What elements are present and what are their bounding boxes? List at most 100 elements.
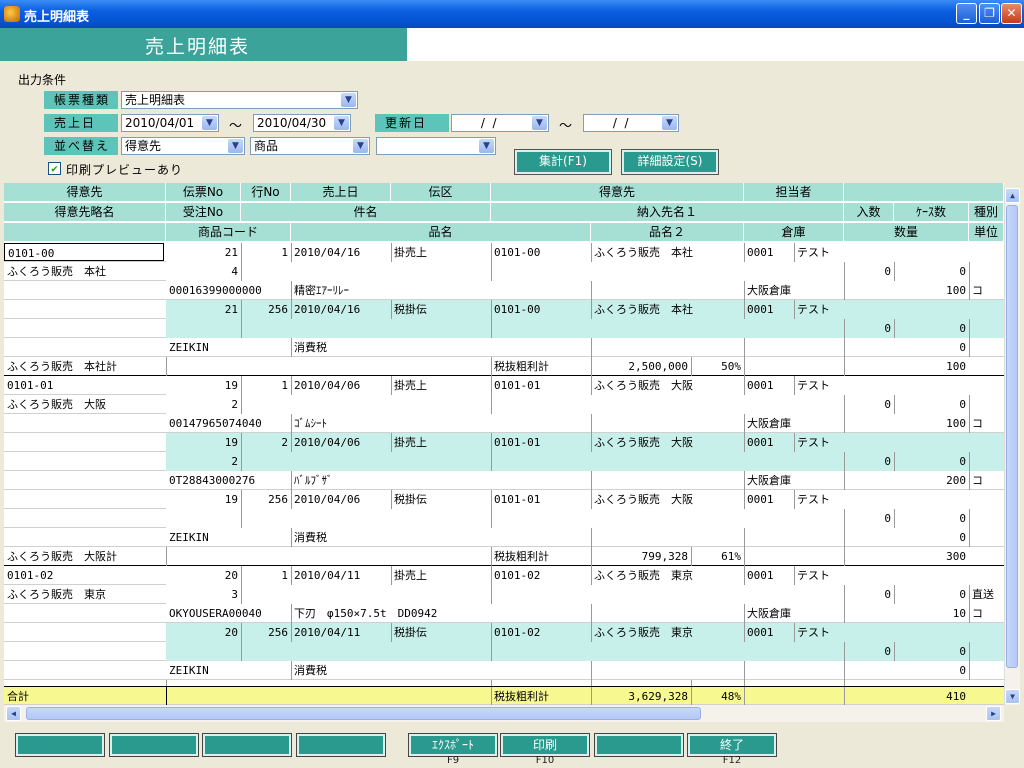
table-row[interactable]: ふくろう販売 大阪 2 0 0 — [4, 395, 1004, 414]
detail-settings-button[interactable]: 詳細設定(S) — [621, 149, 719, 175]
staff-code: 0001 — [747, 626, 774, 639]
table-row[interactable]: 00 — [4, 509, 1004, 528]
close-button[interactable]: ✕ — [1001, 3, 1022, 24]
table-row[interactable]: OKYOUSERA00040 下刃 φ150×7.5t DD0942 大阪倉庫 10 コ — [4, 604, 1004, 623]
table-row[interactable]: 00 — [4, 642, 1004, 661]
subtotal-label: ふくろう販売 本社計 — [7, 360, 117, 373]
sales-date-to-field[interactable]: 2010/04/30 ▼ — [253, 114, 351, 132]
column-header[interactable]: 品名 — [291, 223, 591, 242]
column-header[interactable]: 伝票No — [166, 183, 241, 202]
total-row[interactable]: 合計 税抜粗利計 3,629,328 48% 410 — [4, 686, 1004, 705]
function-key-button[interactable] — [202, 733, 292, 757]
case-count: 0 — [959, 512, 966, 525]
item-code: ZEIKIN — [169, 531, 209, 544]
sort3-select[interactable]: ▼ — [376, 137, 496, 155]
staff-name: テスト — [797, 303, 830, 316]
aggregate-button[interactable]: 集計(F1) — [514, 149, 612, 175]
horizontal-scrollbar[interactable]: ◀ ▶ — [4, 705, 1004, 722]
column-header[interactable] — [844, 183, 1004, 202]
column-header[interactable]: 商品コード — [166, 223, 291, 242]
table-row[interactable]: 2 0 0 — [4, 452, 1004, 471]
function-key-button[interactable] — [109, 733, 199, 757]
table-row[interactable]: 19 256 2010/04/06 税掛伝 0101-01 ふくろう販売 大阪 0001 テス… — [4, 490, 1004, 509]
window-title: 売上明細表 — [24, 10, 90, 25]
column-header[interactable]: 件名 — [241, 203, 491, 222]
function-key-button[interactable]: ｴｸｽﾎﾟｰﾄ — [408, 733, 498, 757]
function-key-label: F12 — [722, 755, 742, 766]
column-header[interactable]: 行No — [241, 183, 291, 202]
table-row[interactable]: ふくろう販売 本社 4 0 0 — [4, 262, 1004, 281]
column-header[interactable]: 担当者 — [744, 183, 844, 202]
window-titlebar[interactable]: 売上明細表 _ ❐ ✕ — [0, 0, 1024, 28]
calendar-dropdown-icon[interactable]: ▼ — [334, 116, 349, 130]
cell-divider — [491, 687, 492, 705]
subtotal-row[interactable]: ふくろう販売 本社計 税抜粗利計 2,500,000 50% 100 — [4, 357, 1004, 376]
table-row[interactable]: 00016399000000 精密ｴｱｰﾘﾚｰ 大阪倉庫 100 コ — [4, 281, 1004, 300]
column-header[interactable]: 種別 — [969, 203, 1004, 222]
scroll-right-icon[interactable]: ▶ — [986, 706, 1001, 721]
table-row[interactable]: 00147965074040 ｺﾞﾑｼｰﾄ 大阪倉庫 100 コ — [4, 414, 1004, 433]
subtotal-tag: 税抜粗利計 — [494, 360, 549, 373]
subtotal-row[interactable]: ふくろう販売 大阪計 税抜粗利計 799,328 61% 300 — [4, 547, 1004, 566]
column-header[interactable]: 品名２ — [591, 223, 744, 242]
function-key-button[interactable] — [15, 733, 105, 757]
column-header[interactable]: 売上日 — [291, 183, 391, 202]
preview-checkbox[interactable]: ✔ — [48, 162, 61, 175]
horizontal-scroll-thumb[interactable] — [26, 707, 701, 720]
report-type-select[interactable]: 売上明細表 ▼ — [121, 91, 358, 109]
function-key-button[interactable]: 印刷 — [500, 733, 590, 757]
column-header[interactable]: 得意先略名 — [4, 203, 166, 222]
scroll-left-icon[interactable]: ◀ — [6, 706, 21, 721]
update-date-from-field[interactable]: / / ▼ — [451, 114, 549, 132]
update-date-to-field[interactable]: / / ▼ — [583, 114, 679, 132]
customer-short-name: ふくろう販売 本社 — [7, 265, 106, 278]
vertical-scroll-thumb[interactable] — [1006, 205, 1018, 668]
calendar-dropdown-icon[interactable]: ▼ — [202, 116, 217, 130]
table-row[interactable]: 0101-00 21 1 2010/04/16 掛売上 0101-00 ふくろう販売 本社 0… — [4, 243, 1004, 262]
table-row[interactable]: 19 2 2010/04/06 掛売上 0101-01 ふくろう販売 大阪 0001 テスト — [4, 433, 1004, 452]
sales-date-from-field[interactable]: 2010/04/01 ▼ — [121, 114, 219, 132]
calendar-dropdown-icon[interactable]: ▼ — [662, 116, 677, 130]
table-row[interactable]: ZEIKIN 消費税 0 — [4, 528, 1004, 547]
minimize-button[interactable]: _ — [956, 3, 977, 24]
table-row[interactable]: ZEIKIN 消費税 0 — [4, 661, 1004, 680]
table-row[interactable]: 0T28843000276 ﾊﾞﾙﾌﾞｻﾞ 大阪倉庫 200 コ — [4, 471, 1004, 490]
column-header[interactable]: 数量 — [844, 223, 969, 242]
column-header[interactable]: 伝区 — [391, 183, 491, 202]
chevron-down-icon[interactable]: ▼ — [228, 139, 243, 153]
table-row[interactable]: 0101-02 20 1 2010/04/11 掛売上 0101-02 ふくろう販売 東京 0… — [4, 566, 1004, 585]
column-header[interactable]: 得意先 — [491, 183, 744, 202]
subtotal-quantity: 300 — [946, 550, 966, 563]
table-row[interactable]: 00 — [4, 319, 1004, 338]
sort1-select[interactable]: 得意先 ▼ — [121, 137, 245, 155]
chevron-down-icon[interactable]: ▼ — [341, 93, 356, 107]
function-key-button[interactable] — [296, 733, 386, 757]
table-row[interactable]: 0101-01 19 1 2010/04/06 掛売上 0101-01 ふくろう販売 大阪 0… — [4, 376, 1004, 395]
table-row[interactable]: 21 256 2010/04/16 税掛伝 0101-00 ふくろう販売 本社 0001 テス… — [4, 300, 1004, 319]
scroll-up-icon[interactable]: ▲ — [1005, 188, 1020, 203]
chevron-down-icon[interactable]: ▼ — [479, 139, 494, 153]
cell-divider — [491, 319, 492, 338]
scroll-down-icon[interactable]: ▼ — [1005, 689, 1020, 704]
item-name: 下刃 φ150×7.5t DD0942 — [294, 607, 438, 620]
column-header[interactable]: 入数 — [844, 203, 894, 222]
column-header[interactable]: 受注No — [166, 203, 241, 222]
order-no — [166, 319, 241, 338]
function-key-button[interactable]: 終了 — [687, 733, 777, 757]
staff-code: 0001 — [747, 493, 774, 506]
chevron-down-icon[interactable]: ▼ — [353, 139, 368, 153]
column-header[interactable] — [4, 223, 166, 242]
calendar-dropdown-icon[interactable]: ▼ — [532, 116, 547, 130]
column-header[interactable]: 倉庫 — [744, 223, 844, 242]
column-header[interactable]: 納入先名１ — [491, 203, 844, 222]
column-header[interactable]: 得意先 — [4, 183, 166, 202]
column-header[interactable]: ｹｰｽ数 — [894, 203, 969, 222]
sort2-select[interactable]: 商品 ▼ — [250, 137, 370, 155]
table-row[interactable]: ZEIKIN 消費税 0 — [4, 338, 1004, 357]
restore-button[interactable]: ❐ — [979, 3, 1000, 24]
table-row[interactable]: ふくろう販売 東京 3 0 0 直送 — [4, 585, 1004, 604]
function-key-button[interactable] — [594, 733, 684, 757]
sales-detail-grid[interactable]: 得意先 伝票No 行No 売上日 伝区 得意先 担当者 得意先略名 受注No 件名 納入先名１ 入数ｹ… — [4, 183, 1004, 705]
column-header[interactable]: 単位 — [969, 223, 1004, 242]
table-row[interactable]: 20 256 2010/04/11 税掛伝 0101-02 ふくろう販売 東京 0001 テス… — [4, 623, 1004, 642]
